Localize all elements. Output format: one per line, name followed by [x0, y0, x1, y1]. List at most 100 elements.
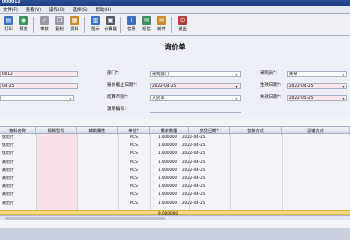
toolbar-separator	[33, 17, 34, 33]
toolbar-label: 打印	[4, 26, 13, 31]
col-packaging[interactable]: 包装方式	[230, 127, 282, 135]
col-unit[interactable]: 单位*	[118, 127, 150, 135]
expire-date-field[interactable]: 2022-05-25	[287, 95, 347, 101]
copy-icon: ❐	[55, 16, 64, 25]
cell-material-name: 黄铝片	[2, 159, 14, 164]
table-row[interactable]: 黄铝片 PCS 1.000000 2022-04-25	[0, 160, 350, 165]
table-row[interactable]: 钛铝片 PCS 1.000000 2022-04-25	[0, 135, 350, 140]
table-row[interactable]: 黄铝片 PCS 1.000000 2022-04-25	[0, 168, 350, 173]
mail-icon: ✉	[157, 16, 166, 25]
approve-icon: ✓	[40, 16, 49, 25]
cell-material-name: 黄铝片	[2, 176, 14, 180]
currency-field[interactable]: 人民币	[150, 95, 241, 101]
col-shipping[interactable]: 运输方式	[282, 127, 350, 135]
toolbar-label: 信息	[127, 26, 136, 31]
page-title: 询价单	[164, 43, 186, 51]
col-qty[interactable]: 需求数量	[150, 127, 189, 135]
toolbar-button-exit[interactable]: ⏻ 退出	[175, 16, 190, 34]
preview-icon: ◉	[19, 16, 28, 25]
dept-field[interactable]: 采购部门	[150, 71, 241, 77]
menu-file[interactable]: 文件(F)	[3, 7, 18, 13]
currency-label: 结算币别*:	[107, 95, 129, 100]
table-row[interactable]: 黄铝片 PCS 1.000000 2022-04-25	[0, 184, 350, 189]
left-field-3[interactable]	[0, 95, 74, 101]
toolbar-label: 退出	[178, 26, 187, 31]
cell-unit: PCS	[130, 143, 138, 148]
table-row[interactable]: 黄铝片 PCS 1.000000 2022-04-25	[0, 176, 350, 181]
toolbar-separator	[120, 17, 121, 33]
menu-view[interactable]: 查看(V)	[26, 7, 41, 13]
toolbar-label: 计算器	[104, 26, 117, 31]
bill-no-field[interactable]: 0012	[0, 71, 78, 77]
table-row[interactable]: 黄铝片 PCS 1.000000 2022-04-25	[0, 192, 350, 197]
buyer-lookup-icon[interactable]: ⌕	[341, 72, 346, 77]
currency-lookup-icon[interactable]: ⌕	[234, 96, 239, 101]
cell-qty: 1.000000	[158, 184, 178, 189]
toolbar-label: 邮件	[157, 26, 166, 31]
cell-material-name: 钛铝片	[2, 143, 14, 148]
menu-operate[interactable]: 操作(O)	[49, 7, 65, 13]
col-delivery-date[interactable]: 交货日期*	[189, 127, 230, 135]
toolbar-button-mail[interactable]: ✉ 邮件	[154, 16, 169, 34]
cell-qty: 1.000000	[158, 159, 178, 164]
menu-select[interactable]: 选择(S)	[73, 7, 88, 13]
toolbar-button-printer[interactable]: ▤ 打印	[1, 16, 16, 34]
toolbar-button-approve[interactable]: ✓ 审核	[37, 16, 52, 34]
date-field[interactable]: 04-25	[0, 83, 78, 89]
buyer-field[interactable]: 黄琴	[287, 71, 347, 77]
toolbar-button-calculator[interactable]: ▣ 计算器	[103, 16, 118, 34]
table-row[interactable]: 钛铝片 PCS 1.000000 2022-04-25	[0, 143, 350, 148]
detail-grid: 物料名称 规格型号 辅助属性 单位* 需求数量 交货日期* 包装方式 运输方式 …	[0, 119, 350, 228]
toolbar-separator	[84, 17, 85, 33]
effective-date-field[interactable]: 2022-04-25	[287, 83, 347, 89]
grid-header: 物料名称 规格型号 辅助属性 单位* 需求数量 交货日期* 包装方式 运输方式	[0, 126, 350, 135]
exit-icon: ⏻	[178, 16, 187, 25]
lookup-icon[interactable]: ⌕	[68, 96, 73, 101]
effective-calendar-icon[interactable]: ▾	[341, 84, 346, 89]
toolbar-separator	[171, 17, 172, 33]
menu-help[interactable]: 帮助(H)	[96, 7, 112, 13]
toolbar: ▤ 打印 ◉ 预览 ✓ 审核 ❐ 复制 ▦ 资料 ▥ 图示 ▣ 计算器 i 信息 ✉ 短信 ✉ 邮件 ⏻ 退出	[0, 14, 350, 36]
col-spec[interactable]: 规格型号	[36, 127, 77, 135]
toolbar-button-copy[interactable]: ❐ 复制	[52, 16, 67, 34]
cell-unit: PCS	[130, 159, 138, 164]
toolbar-button-chart[interactable]: ▥ 图示	[88, 16, 103, 34]
toolbar-button-preview[interactable]: ◉ 预览	[16, 16, 31, 34]
toolbar-label: 审核	[40, 26, 49, 31]
toolbar-button-info[interactable]: i 信息	[124, 16, 139, 34]
toolbar-label: 预览	[19, 26, 28, 31]
col-aux-attr[interactable]: 辅助属性	[77, 127, 118, 135]
cell-qty: 1.000000	[158, 200, 178, 205]
effective-date-label: 生效日期*:	[260, 83, 282, 88]
sms-icon: ✉	[142, 16, 151, 25]
cell-material-name: 黄铝片	[2, 192, 14, 197]
source-no-label: 源单编号:	[107, 107, 127, 112]
dept-label: 部门*:	[107, 71, 120, 76]
cell-unit: PCS	[130, 176, 138, 180]
cell-unit: PCS	[130, 151, 138, 156]
chart-icon: ▥	[91, 16, 100, 25]
table-row[interactable]: 钛铝片 PCS 1.000000 2022-04-25	[0, 151, 350, 156]
quote-deadline-field[interactable]: 2022-04-25	[150, 83, 241, 89]
scrollbar-thumb[interactable]	[5, 217, 165, 220]
col-material-name[interactable]: 物料名称	[0, 127, 36, 135]
cell-qty: 1.000000	[158, 167, 178, 172]
table-row[interactable]: 黄铝片 PCS 1.000000 2022-04-25	[0, 201, 350, 206]
toolbar-button-data[interactable]: ▦ 资料	[67, 16, 82, 34]
cell-qty: 1.000000	[158, 192, 178, 197]
cell-qty: 1.000000	[158, 143, 178, 148]
toolbar-button-sms[interactable]: ✉ 短信	[139, 16, 154, 34]
menu-bar: 文件(F) 查看(V) 操作(O) 选择(S) 帮助(H)	[0, 6, 350, 14]
source-no-field[interactable]	[150, 107, 241, 113]
cell-delivery-date: 2022-04-25	[182, 176, 206, 180]
cell-delivery-date: 2022-04-25	[182, 167, 206, 172]
quote-deadline-label: 报价截止日期*:	[107, 83, 138, 88]
dept-lookup-icon[interactable]: ⌕	[234, 72, 239, 77]
cell-material-name: 黄铝片	[2, 167, 14, 172]
horizontal-scrollbar[interactable]	[0, 215, 350, 220]
cell-material-name: 钛铝片	[2, 135, 14, 139]
info-icon: i	[127, 16, 136, 25]
cell-qty: 1.000000	[158, 176, 178, 180]
calendar-icon[interactable]: ▾	[234, 84, 239, 89]
expire-calendar-icon[interactable]: ▾	[341, 96, 346, 101]
